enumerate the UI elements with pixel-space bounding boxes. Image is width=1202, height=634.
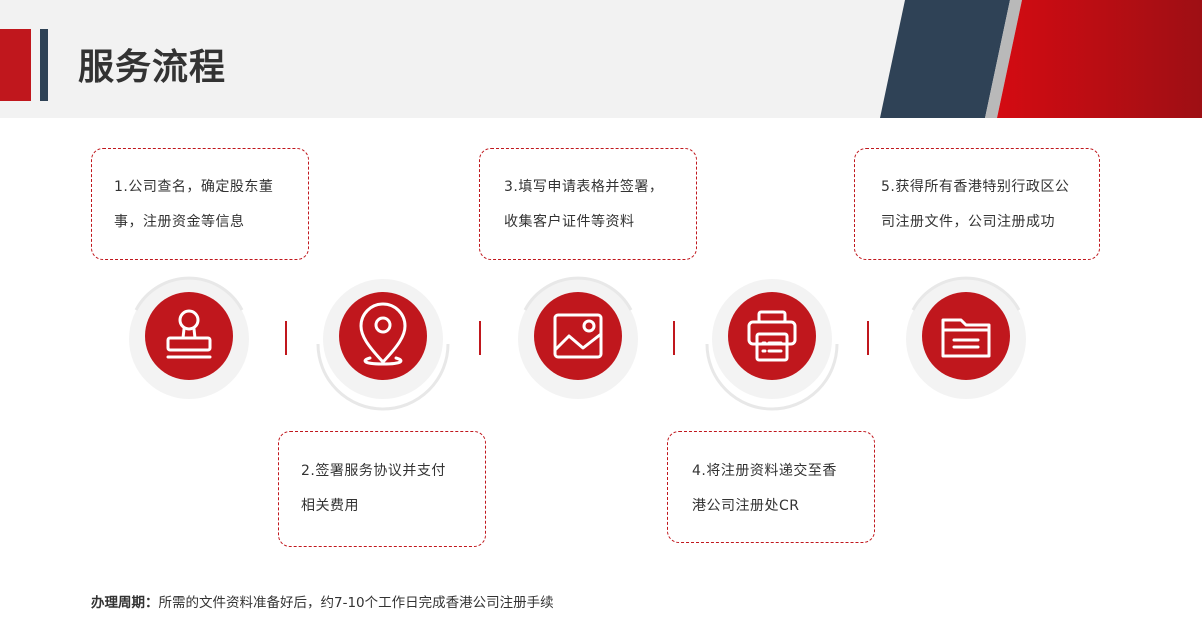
step-2-icon-circle bbox=[308, 264, 458, 414]
footer-text: 所需的文件资料准备好后，约7-10个工作日完成香港公司注册手续 bbox=[158, 595, 554, 611]
page-title: 服务流程 bbox=[78, 47, 227, 88]
step-3-line-1: 3.填写申请表格并签署， bbox=[504, 179, 664, 195]
red-stripe bbox=[997, 0, 1202, 118]
step-5-icon-circle bbox=[891, 264, 1041, 414]
step-2-line-2: 相关费用 bbox=[301, 498, 359, 514]
step-1-line-2: 事，注册资金等信息 bbox=[114, 214, 245, 230]
step-3-box: 3.填写申请表格并签署， 收集客户证件等资料 bbox=[479, 148, 697, 260]
step-5-line-1: 5.获得所有香港特别行政区公 bbox=[881, 179, 1070, 195]
step-4-icon-circle bbox=[697, 264, 847, 414]
title-accent-red bbox=[0, 29, 31, 101]
title-accent-navy bbox=[40, 29, 48, 101]
separator-2 bbox=[479, 321, 481, 355]
separator-1 bbox=[285, 321, 287, 355]
step-4-line-2: 港公司注册处CR bbox=[692, 498, 800, 514]
separator-3 bbox=[673, 321, 675, 355]
step-3-icon-circle bbox=[503, 264, 653, 414]
step-4-box: 4.将注册资料递交至香 港公司注册处CR bbox=[667, 431, 875, 543]
header-banner: 服务流程 bbox=[0, 0, 1202, 118]
step-5-line-2: 司注册文件，公司注册成功 bbox=[881, 214, 1055, 230]
step-1-line-1: 1.公司查名，确定股东董 bbox=[114, 179, 274, 195]
step-4-line-1: 4.将注册资料递交至香 bbox=[692, 463, 837, 479]
step-1-box: 1.公司查名，确定股东董 事，注册资金等信息 bbox=[91, 148, 309, 260]
step-2-line-1: 2.签署服务协议并支付 bbox=[301, 463, 446, 479]
step-3-line-2: 收集客户证件等资料 bbox=[504, 214, 635, 230]
footer-note: 办理周期：所需的文件资料准备好后，约7-10个工作日完成香港公司注册手续 bbox=[91, 591, 554, 611]
step-1-icon-circle bbox=[114, 264, 264, 414]
step-5-box: 5.获得所有香港特别行政区公 司注册文件，公司注册成功 bbox=[854, 148, 1100, 260]
footer-label: 办理周期： bbox=[91, 595, 159, 611]
step-2-box: 2.签署服务协议并支付 相关费用 bbox=[278, 431, 486, 547]
separator-4 bbox=[867, 321, 869, 355]
